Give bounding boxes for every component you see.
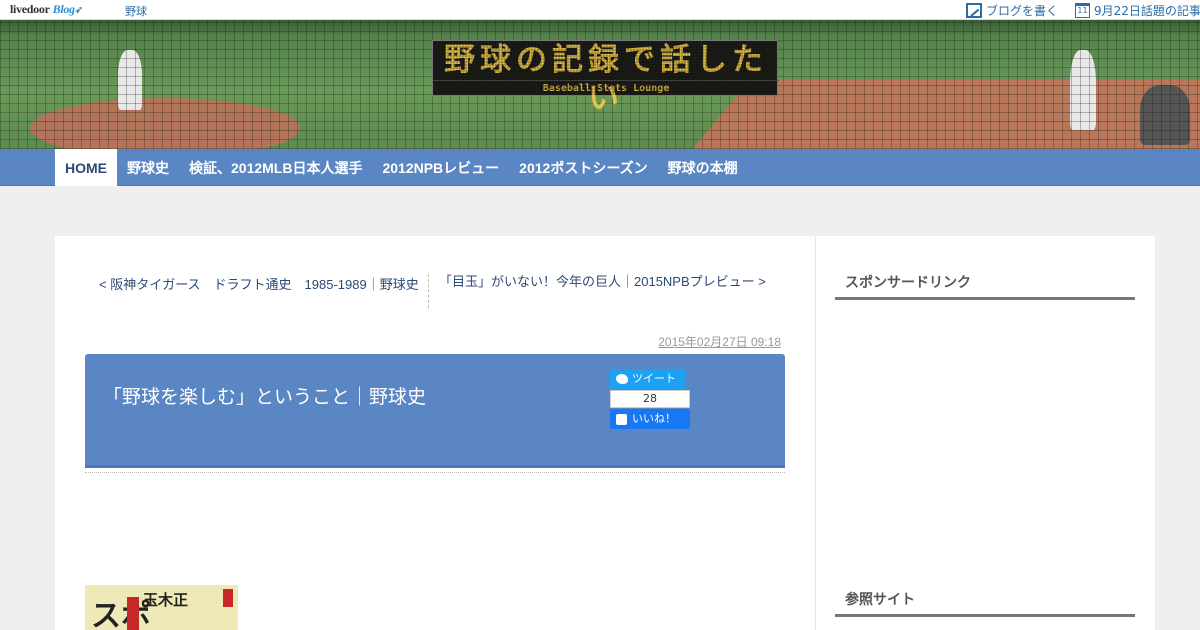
article-title[interactable]: 「野球を楽しむ」ということ｜野球史 (103, 382, 426, 409)
trending-articles-link[interactable]: 11 9月22日話題の記事 (1075, 2, 1200, 19)
book-cover-image[interactable]: スポ 玉木正 (85, 585, 238, 630)
article-title-box: 「野球を楽しむ」ということ｜野球史 ツイート 28 いいね！ (85, 354, 785, 468)
nav-item-2012-mlb-japanese[interactable]: 検証、2012MLB日本人選手 (179, 149, 372, 186)
logo-brand: livedoor (10, 2, 50, 16)
tweet-label: ツイート (632, 372, 676, 385)
livedoor-blog-logo[interactable]: livedoor Blog➶ (10, 2, 83, 17)
edit-icon (966, 3, 982, 18)
book-red-band (127, 597, 139, 630)
article-column: < 阪神タイガース ドラフト通史 1985-1989｜野球史 「目玉」がいない！… (85, 236, 785, 630)
site-title-scoreboard[interactable]: 野球の記録で話したい Baseball Stats Lounge (432, 40, 779, 116)
content-panel: < 阪神タイガース ドラフト通史 1985-1989｜野球史 「目玉」がいない！… (55, 236, 1155, 630)
site-title: 野球の記録で話したい (444, 42, 768, 116)
swoosh-icon: ➶ (74, 5, 83, 16)
nav-item-2012-postseason[interactable]: 2012ポストシーズン (509, 149, 657, 186)
like-button[interactable]: いいね！ (610, 409, 690, 429)
book-badge (223, 589, 233, 607)
twitter-bird-icon (616, 374, 628, 384)
column-divider (815, 236, 816, 630)
pager-divider (428, 274, 429, 308)
article-datetime[interactable]: 2015年02月27日 09:18 (485, 333, 781, 350)
like-count: 28 (610, 390, 690, 408)
write-blog-link[interactable]: ブログを書く (966, 2, 1058, 19)
thumbs-up-icon (616, 413, 627, 425)
calendar-icon: 11 (1075, 3, 1090, 18)
title-separator (85, 472, 785, 473)
nav-item-bookshelf[interactable]: 野球の本棚 (658, 149, 748, 186)
write-blog-label: ブログを書く (986, 4, 1059, 18)
global-nav: HOME 野球史 検証、2012MLB日本人選手 2012NPBレビュー 201… (0, 149, 1200, 186)
book-title-glyph: スポ (91, 599, 151, 630)
nav-item-home[interactable]: HOME (55, 149, 117, 186)
nav-item-2012-npb-review[interactable]: 2012NPBレビュー (372, 149, 509, 186)
site-subtitle: Baseball Stats Lounge (433, 80, 779, 95)
category-link[interactable]: 野球 (125, 3, 147, 19)
book-author: 玉木正 (143, 591, 189, 609)
nav-item-baseball-history[interactable]: 野球史 (117, 149, 179, 186)
sidebar-heading-reference: 参照サイト (835, 583, 1135, 617)
logo-blog: Blog (52, 2, 75, 16)
trending-articles-label: 9月22日話題の記事 (1094, 4, 1200, 18)
next-article-link[interactable]: 「目玉」がいない！今年の巨人｜2015NPBプレビュー > (439, 274, 769, 289)
like-label: いいね！ (632, 412, 676, 425)
sidebar-heading-sponsor: スポンサードリンク (835, 266, 1135, 300)
prev-article-link[interactable]: < 阪神タイガース ドラフト通史 1985-1989｜野球史 (99, 274, 419, 293)
top-bar: livedoor Blog➶ 野球 ブログを書く 11 9月22日話題の記事 (0, 0, 1200, 20)
article-pager: < 阪神タイガース ドラフト通史 1985-1989｜野球史 「目玉」がいない！… (85, 274, 785, 314)
header-banner[interactable]: 野球の記録で話したい Baseball Stats Lounge (0, 20, 1200, 149)
tweet-button[interactable]: ツイート (610, 369, 685, 389)
